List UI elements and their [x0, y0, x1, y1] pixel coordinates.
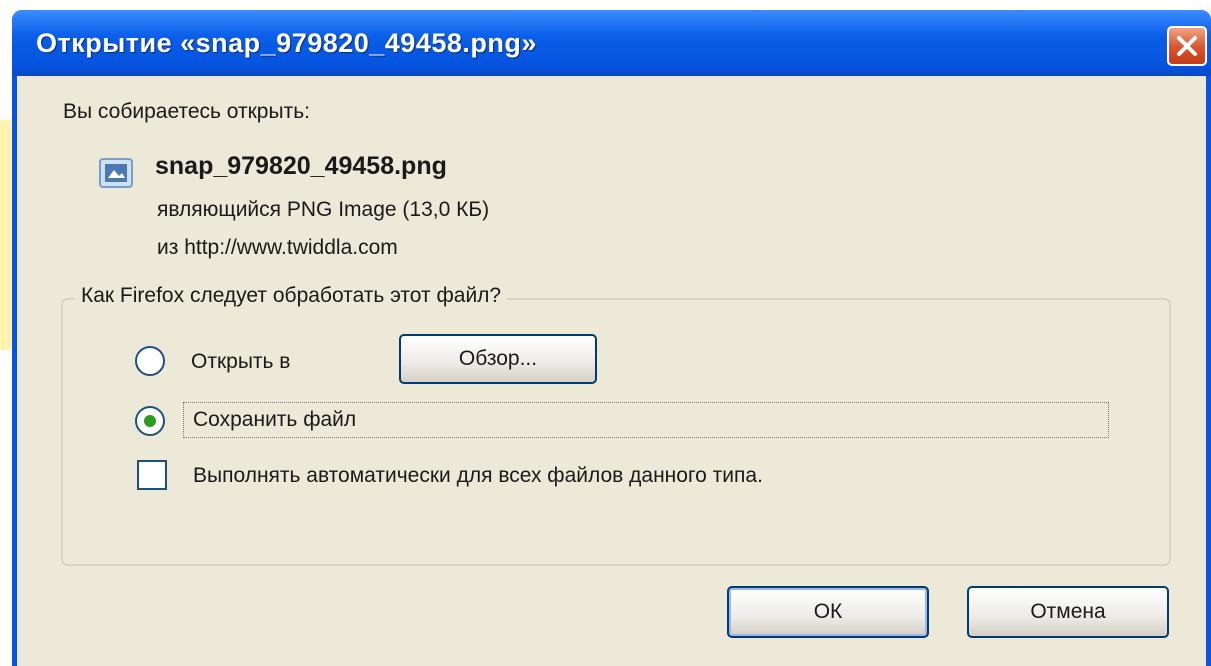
dialog-body: Вы собираетесь открыть: snap_979820_4945… [17, 76, 1206, 666]
close-icon [1177, 36, 1197, 56]
ok-button[interactable]: ОК [727, 586, 929, 638]
open-with-label[interactable]: Открыть в [191, 350, 290, 374]
action-group-label: Как Firefox следует обработать этот файл… [75, 284, 508, 308]
png-file-icon [99, 158, 133, 188]
browse-button[interactable]: Обзор... [399, 334, 597, 384]
save-file-label[interactable]: Сохранить файл [193, 408, 356, 432]
title-bar[interactable]: Открытие «snap_979820_49458.png» [12, 10, 1211, 76]
file-name: snap_979820_49458.png [155, 152, 447, 180]
radio-selected-dot [144, 415, 156, 427]
file-type: являющийся PNG Image (13,0 КБ) [157, 198, 490, 221]
save-file-radio[interactable] [135, 406, 165, 436]
auto-action-label[interactable]: Выполнять автоматически для всех файлов … [193, 464, 763, 488]
background-highlight [0, 120, 12, 350]
close-button[interactable] [1167, 26, 1207, 66]
file-source: из http://www.twiddla.com [157, 236, 398, 259]
open-with-radio[interactable] [135, 346, 165, 376]
dialog-title: Открытие «snap_979820_49458.png» [36, 28, 537, 58]
cancel-button[interactable]: Отмена [967, 586, 1169, 638]
auto-action-checkbox[interactable] [137, 460, 167, 490]
file-open-dialog: Открытие «snap_979820_49458.png» Вы соби… [12, 10, 1211, 666]
open-prompt: Вы собираетесь открыть: [63, 100, 310, 123]
